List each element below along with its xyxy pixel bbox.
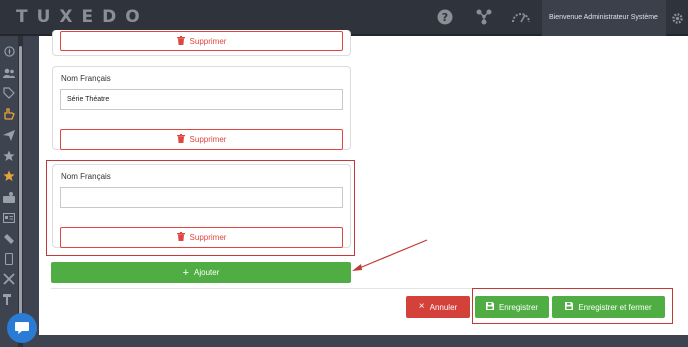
svg-text:?: ? — [442, 11, 448, 24]
users-icon[interactable] — [2, 66, 16, 80]
annotation-highlight-card — [46, 160, 355, 256]
add-button[interactable]: + Ajouter — [51, 262, 351, 283]
translation-card: Nom Français Série Théatre Supprimer — [52, 66, 351, 150]
send-icon[interactable] — [2, 128, 16, 142]
ticket-icon[interactable] — [2, 232, 16, 246]
app-logo[interactable]: TUXEDO — [16, 7, 149, 27]
delete-label: Supprimer — [189, 36, 227, 46]
briefcase-icon[interactable] — [2, 190, 16, 204]
star-active-icon[interactable] — [2, 169, 16, 183]
delete-button[interactable]: Supprimer — [60, 129, 343, 150]
chat-icon — [15, 322, 29, 334]
help-icon[interactable]: ? — [436, 8, 454, 26]
sidebar-scroll-thumb[interactable] — [19, 46, 22, 326]
field-label: Nom Français — [61, 74, 111, 83]
compass-icon[interactable] — [2, 44, 16, 58]
welcome-text[interactable]: Bienvenue Administrateur Système — [542, 0, 666, 36]
hammer-icon[interactable] — [2, 292, 16, 306]
trash-icon — [176, 134, 185, 145]
annotation-arrow — [352, 239, 428, 271]
tools-icon[interactable] — [2, 272, 16, 286]
translation-card: Supprimer — [52, 30, 351, 56]
add-label: Ajouter — [194, 268, 220, 277]
chat-button[interactable] — [7, 313, 37, 343]
name-input[interactable]: Série Théatre — [60, 89, 343, 110]
star-icon[interactable] — [2, 149, 16, 163]
trash-icon — [176, 35, 185, 47]
tags-icon[interactable] — [2, 86, 16, 100]
annotation-highlight-save — [472, 288, 673, 324]
bottom-strip — [23, 335, 688, 347]
close-icon: × — [418, 301, 425, 312]
main-content: Supprimer Nom Français Série Théatre Sup… — [39, 30, 688, 335]
sidebar — [0, 36, 18, 347]
gauge-icon[interactable] — [510, 8, 532, 26]
cancel-button[interactable]: × Annuler — [406, 296, 470, 318]
network-icon[interactable] — [475, 8, 493, 26]
gear-icon[interactable] — [666, 0, 688, 36]
phone-icon[interactable] — [2, 252, 16, 266]
delete-label: Supprimer — [189, 135, 227, 144]
delete-button[interactable]: Supprimer — [60, 31, 343, 51]
cancel-label: Annuler — [429, 302, 458, 312]
id-card-icon[interactable] — [2, 211, 16, 225]
plus-icon: + — [182, 266, 190, 279]
hand-icon[interactable] — [2, 107, 16, 121]
